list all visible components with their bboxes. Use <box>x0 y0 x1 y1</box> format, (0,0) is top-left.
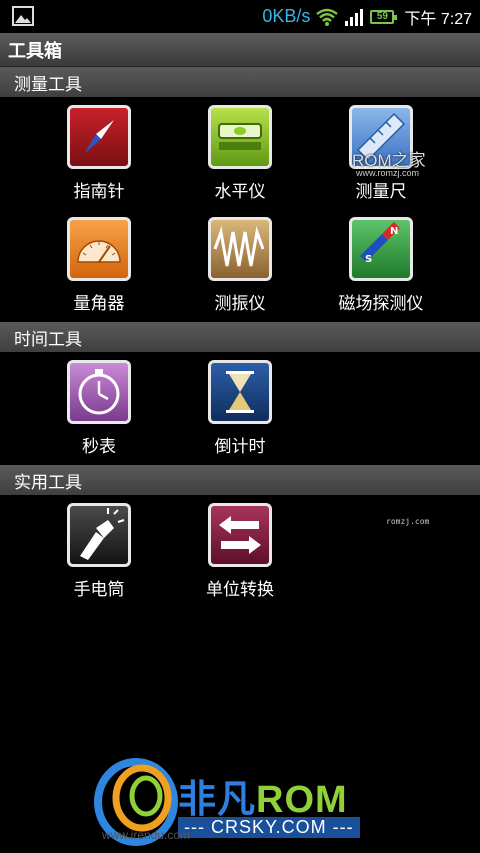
section-header-label: 实用工具 <box>14 472 82 493</box>
tool-label: 测振仪 <box>214 294 266 314</box>
tool-label: 倒计时 <box>214 437 266 457</box>
tool-label: 指南针 <box>73 182 125 202</box>
battery-icon: 59 <box>370 9 398 24</box>
level-icon <box>208 105 272 169</box>
section-header-measure: 测量工具 <box>0 67 480 97</box>
tool-magnet[interactable]: S N 磁场探测仪 <box>311 217 451 321</box>
banner-url: www.irendu.com <box>102 828 191 842</box>
tool-compass[interactable]: 指南针 <box>29 105 169 209</box>
vibration-icon <box>208 217 272 281</box>
gallery-icon <box>12 6 34 26</box>
banner-title: 非凡ROM <box>178 768 348 823</box>
signal-icon <box>345 8 364 26</box>
banner-subtitle: --- CRSKY.COM --- <box>178 817 360 838</box>
unit-convert-icon <box>208 503 272 567</box>
banner-title-cn: 非凡 <box>178 779 257 821</box>
hourglass-icon <box>208 360 272 424</box>
tool-label: 秒表 <box>82 437 116 457</box>
flashlight-icon <box>67 503 131 567</box>
clock: 下午 7:27 <box>404 10 472 28</box>
svg-text:N: N <box>390 226 398 237</box>
network-speed: 0KB/s <box>262 6 311 26</box>
watermark-rom-url: www.romzj.com <box>356 168 420 178</box>
section-header-time: 时间工具 <box>0 322 480 352</box>
tool-label: 手电筒 <box>73 580 125 600</box>
compass-icon <box>67 105 131 169</box>
tool-flashlight[interactable]: 手电筒 <box>29 503 169 607</box>
tool-countdown[interactable]: 倒计时 <box>170 360 310 464</box>
stopwatch-icon <box>67 360 131 424</box>
section-header-label: 时间工具 <box>14 329 82 350</box>
tool-protractor[interactable]: 量角器 <box>29 217 169 321</box>
title-bar: 工具箱 <box>0 33 480 67</box>
banner-title-rom: ROM <box>256 779 348 821</box>
tool-stopwatch[interactable]: 秒表 <box>29 360 169 464</box>
svg-text:S: S <box>365 254 372 265</box>
tool-label: 测量尺 <box>355 182 407 202</box>
tool-unit-convert[interactable]: 单位转换 <box>170 503 310 607</box>
section-header-utility: 实用工具 <box>0 465 480 495</box>
tool-level[interactable]: 水平仪 <box>170 105 310 209</box>
tool-vibration[interactable]: 测振仪 <box>170 217 310 321</box>
magnet-icon: S N <box>349 217 413 281</box>
tool-label: 量角器 <box>73 294 125 314</box>
wifi-icon <box>316 8 339 26</box>
watermark-small: romzj.com <box>386 517 430 526</box>
tool-label: 单位转换 <box>206 580 274 600</box>
tool-label: 水平仪 <box>214 182 266 202</box>
page-title: 工具箱 <box>8 40 62 62</box>
battery-level: 59 <box>376 11 388 22</box>
protractor-icon <box>67 217 131 281</box>
status-bar: 0KB/s 59 下午 7:27 <box>0 0 480 33</box>
tool-label: 磁场探测仪 <box>338 294 424 314</box>
section-header-label: 测量工具 <box>14 74 82 95</box>
